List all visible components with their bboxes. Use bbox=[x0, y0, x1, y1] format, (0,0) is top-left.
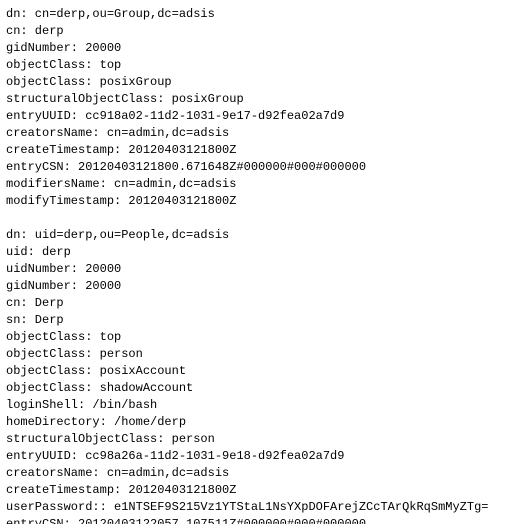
ldif-line: createTimestamp: 20120403121800Z bbox=[6, 142, 524, 159]
ldif-line: creatorsName: cn=admin,dc=adsis bbox=[6, 125, 524, 142]
ldif-line: dn: uid=derp,ou=People,dc=adsis bbox=[6, 227, 524, 244]
ldif-line: userPassword:: e1NTSEF9S215Vz1YTStaL1NsY… bbox=[6, 499, 524, 516]
ldif-line: dn: cn=derp,ou=Group,dc=adsis bbox=[6, 6, 524, 23]
ldif-line: objectClass: posixAccount bbox=[6, 363, 524, 380]
ldif-line: gidNumber: 20000 bbox=[6, 40, 524, 57]
ldif-line: loginShell: /bin/bash bbox=[6, 397, 524, 414]
ldif-line: cn: Derp bbox=[6, 295, 524, 312]
ldif-line: objectClass: posixGroup bbox=[6, 74, 524, 91]
ldif-line: homeDirectory: /home/derp bbox=[6, 414, 524, 431]
ldif-line: objectClass: top bbox=[6, 57, 524, 74]
ldif-line: gidNumber: 20000 bbox=[6, 278, 524, 295]
ldif-line: uid: derp bbox=[6, 244, 524, 261]
ldif-line: modifiersName: cn=admin,dc=adsis bbox=[6, 176, 524, 193]
ldif-dump: dn: cn=derp,ou=Group,dc=adsiscn: derpgid… bbox=[0, 0, 530, 524]
ldif-line: objectClass: top bbox=[6, 329, 524, 346]
ldif-line: entryUUID: cc918a02-11d2-1031-9e17-d92fe… bbox=[6, 108, 524, 125]
ldif-line: objectClass: shadowAccount bbox=[6, 380, 524, 397]
ldif-line: entryCSN: 20120403121800.671648Z#000000#… bbox=[6, 159, 524, 176]
ldif-line: entryCSN: 20120403122057.107511Z#000000#… bbox=[6, 516, 524, 524]
ldif-line: entryUUID: cc98a26a-11d2-1031-9e18-d92fe… bbox=[6, 448, 524, 465]
ldif-line: objectClass: person bbox=[6, 346, 524, 363]
ldif-line: sn: Derp bbox=[6, 312, 524, 329]
ldif-line: uidNumber: 20000 bbox=[6, 261, 524, 278]
ldif-line: createTimestamp: 20120403121800Z bbox=[6, 482, 524, 499]
ldif-line: structuralObjectClass: person bbox=[6, 431, 524, 448]
ldif-line: structuralObjectClass: posixGroup bbox=[6, 91, 524, 108]
ldif-line: cn: derp bbox=[6, 23, 524, 40]
ldif-line: creatorsName: cn=admin,dc=adsis bbox=[6, 465, 524, 482]
entry-separator bbox=[6, 210, 524, 227]
ldif-line: modifyTimestamp: 20120403121800Z bbox=[6, 193, 524, 210]
